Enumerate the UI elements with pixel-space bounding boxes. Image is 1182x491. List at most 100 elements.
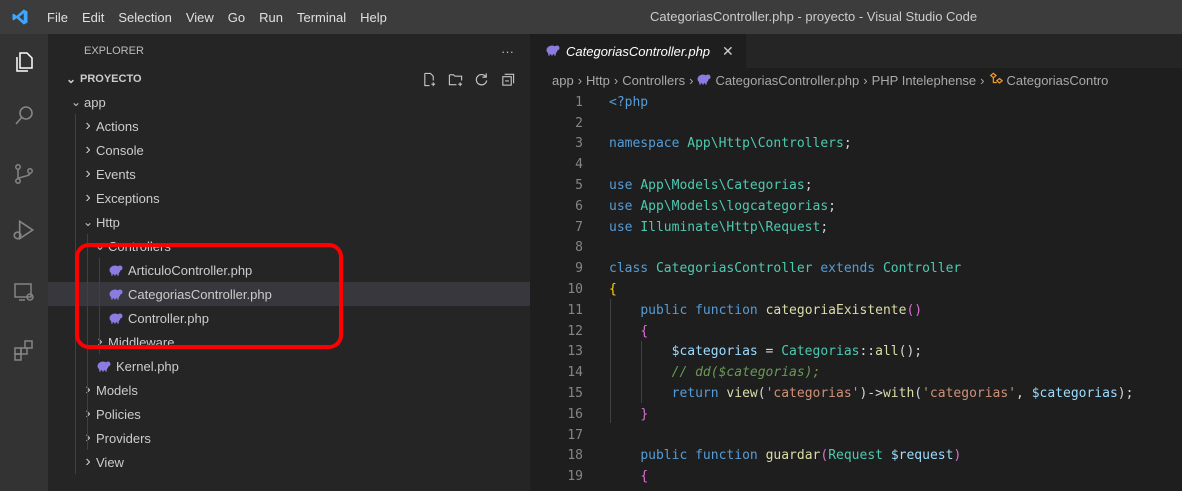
line-number: 13 (567, 344, 583, 360)
window-title: CategoriasController.php - proyecto - Vi… (650, 9, 978, 24)
code-token: :: (859, 344, 876, 360)
folder-middleware[interactable]: ›Middleware (48, 330, 530, 354)
code-token: ) (953, 448, 962, 464)
file-controller-php[interactable]: Controller.php (48, 306, 530, 330)
code-token: { (609, 282, 617, 298)
code-editor[interactable]: 1 <?php 2 3 namespace App\Http\Controllers; 4… (530, 92, 1182, 487)
folder-exceptions[interactable]: › Exceptions (48, 186, 530, 210)
tree-item-label: ArticuloController.php (128, 262, 253, 278)
breadcrumb-item[interactable]: Http (586, 73, 610, 88)
folder-providers[interactable]: ›Providers (48, 426, 530, 450)
line-number: 2 (575, 115, 583, 131)
code-token: ( (820, 448, 829, 464)
folder-console[interactable]: › Console (48, 138, 530, 162)
menu-file[interactable]: File (40, 10, 75, 25)
menu-view[interactable]: View (179, 10, 221, 25)
explorer-title: EXPLORER (84, 45, 144, 57)
code-token: categoriaExistente (765, 302, 907, 318)
code-token: return (671, 386, 719, 402)
folder-policies[interactable]: ›Policies (48, 402, 530, 426)
chevron-down-icon: ⌄ (94, 239, 106, 253)
chevron-right-icon: › (85, 189, 91, 206)
code-line: 11 public function categoriaExistente() (530, 300, 1182, 321)
chevron-right-icon: › (85, 117, 91, 134)
menu-bar: File Edit Selection View Go Run Terminal Help (40, 10, 394, 25)
chevron-right-icon: › (92, 333, 108, 351)
code-line: 4 (530, 154, 1182, 175)
code-token: public (640, 302, 688, 318)
code-line: 2 (530, 113, 1182, 134)
tree-item-label: Controller.php (128, 310, 209, 326)
code-token: } (640, 406, 649, 422)
refresh-icon[interactable] (472, 70, 490, 88)
php-file-icon (546, 44, 560, 59)
code-token: )-> (859, 386, 883, 402)
class-symbol-icon (989, 72, 1003, 89)
collapse-all-icon[interactable] (498, 70, 516, 88)
breadcrumb-item[interactable]: PHP Intelephense (872, 73, 977, 88)
code-token: 'categorias' (765, 386, 860, 402)
run-debug-icon[interactable] (0, 206, 48, 254)
more-actions-icon[interactable]: ··· (501, 44, 514, 59)
code-token: namespace (609, 136, 680, 152)
code-token: ( (757, 386, 766, 402)
tree-item-label: Http (96, 214, 120, 230)
folder-controllers[interactable]: ⌄ Controllers (48, 234, 530, 258)
menu-help[interactable]: Help (353, 10, 394, 25)
menu-run[interactable]: Run (252, 10, 290, 25)
folder-events[interactable]: › Events (48, 162, 530, 186)
remote-explorer-icon[interactable] (0, 268, 48, 316)
code-line: 6 use App\Models\logcategorias; (530, 196, 1182, 217)
extensions-icon[interactable] (0, 326, 48, 374)
breadcrumb-item[interactable]: CategoriasController.php (697, 73, 859, 88)
close-icon[interactable]: ✕ (722, 43, 734, 60)
tab-categorias-controller[interactable]: CategoriasController.php ✕ (530, 34, 746, 68)
menu-terminal[interactable]: Terminal (290, 10, 353, 25)
chevron-down-icon: ⌄ (65, 72, 77, 86)
folder-actions[interactable]: › Actions (48, 114, 530, 138)
new-folder-icon[interactable] (446, 70, 464, 88)
project-header[interactable]: ⌄ PROYECTO (48, 68, 530, 90)
file-tree: ⌄ app › Actions › Console › Events › Exceptions ⌄ H… (48, 90, 530, 474)
code-token: 'categorias' (922, 386, 1017, 402)
code-line: 1 <?php (530, 92, 1182, 113)
line-number: 7 (575, 219, 583, 235)
new-file-icon[interactable] (420, 70, 438, 88)
code-line: 16 } (530, 404, 1182, 425)
code-token: use (609, 178, 633, 194)
breadcrumb-item[interactable]: CategoriasContro (989, 72, 1109, 89)
line-number: 5 (575, 178, 583, 194)
folder-view[interactable]: › View (48, 450, 530, 474)
folder-models[interactable]: ›Models (48, 378, 530, 402)
chevron-right-icon: › (85, 453, 91, 470)
explorer-icon[interactable] (0, 38, 48, 86)
breadcrumb-item[interactable]: app (552, 73, 574, 88)
code-token: function (695, 302, 758, 318)
code-line: 10 { (530, 279, 1182, 300)
code-line: 19 { (530, 466, 1182, 487)
folder-http[interactable]: ⌄ Http (48, 210, 530, 234)
vscode-logo-icon[interactable] (0, 8, 40, 26)
source-control-icon[interactable] (0, 150, 48, 198)
file-categoriascontroller-php[interactable]: CategoriasController.php (48, 282, 530, 306)
file-kernel-php[interactable]: Kernel.php (48, 354, 530, 378)
folder-app[interactable]: ⌄ app (48, 90, 530, 114)
chevron-right-icon: › (689, 72, 694, 88)
file-articulocontroller-php[interactable]: ArticuloController.php (48, 258, 530, 282)
breadcrumb-item[interactable]: Controllers (622, 73, 685, 88)
search-icon[interactable] (0, 92, 48, 140)
menu-edit[interactable]: Edit (75, 10, 111, 25)
breadcrumb-label: CategoriasContro (1006, 72, 1109, 88)
code-token: = (757, 344, 782, 360)
menu-go[interactable]: Go (221, 10, 252, 25)
code-token: ; (820, 219, 829, 235)
menu-selection[interactable]: Selection (111, 10, 178, 25)
tree-item-label: View (96, 454, 124, 470)
code-token: function (695, 448, 758, 464)
